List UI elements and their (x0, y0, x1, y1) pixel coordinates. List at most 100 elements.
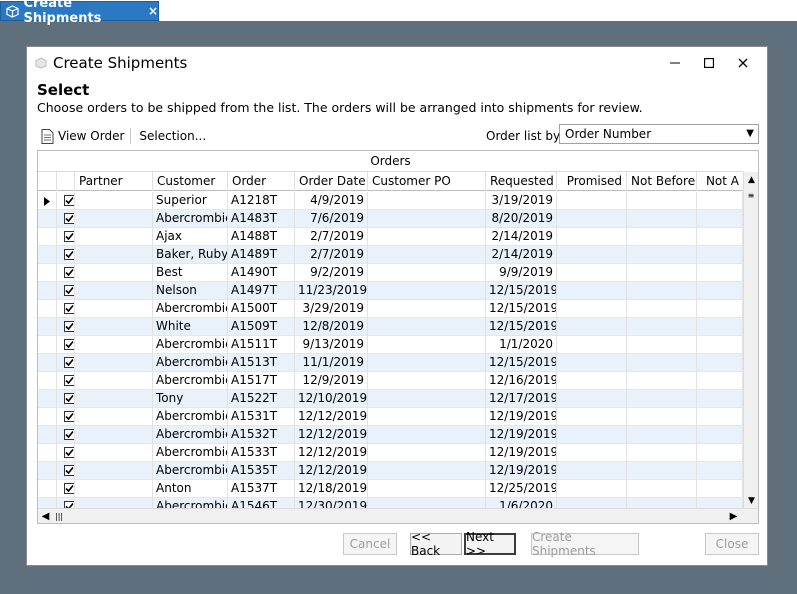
cell-requested[interactable]: 2/14/2019 (486, 228, 557, 246)
cell-order-date[interactable]: 2/7/2019 (295, 228, 368, 246)
row-select-checkbox[interactable] (64, 483, 74, 494)
vertical-scrollbar[interactable]: ▲ ≡ ▼ (743, 172, 758, 508)
row-select-checkbox[interactable] (64, 339, 74, 350)
cell-order-date[interactable]: 12/12/2019 (295, 408, 368, 426)
tab-close-icon[interactable]: × (148, 4, 158, 18)
cell-customer-po[interactable] (368, 444, 486, 462)
view-order-button[interactable]: View Order (41, 128, 124, 144)
row-select-checkbox[interactable] (64, 285, 74, 296)
cell-customer-po[interactable] (368, 210, 486, 228)
table-row[interactable]: Abercrombie A1533T 12/12/2019 12/19/2019 (38, 444, 743, 462)
cell-not-before[interactable] (627, 372, 697, 390)
row-select-checkbox[interactable] (64, 447, 74, 458)
table-row[interactable]: Tony A1522T 12/10/2019 12/17/2019 (38, 390, 743, 408)
cell-requested[interactable]: 12/16/2019 (486, 372, 557, 390)
cell-not-after[interactable] (697, 264, 743, 282)
cell-order-date[interactable]: 3/29/2019 (295, 300, 368, 318)
cell-customer-po[interactable] (368, 480, 486, 498)
cell-promised[interactable] (557, 354, 627, 372)
cell-partner[interactable] (75, 300, 153, 318)
cell-not-after[interactable] (697, 336, 743, 354)
cell-promised[interactable] (557, 408, 627, 426)
row-checkbox[interactable] (57, 192, 75, 210)
cell-order[interactable]: A1546T (228, 498, 295, 508)
cell-promised[interactable] (557, 336, 627, 354)
cell-requested[interactable]: 12/19/2019 (486, 426, 557, 444)
cell-order[interactable]: A1532T (228, 426, 295, 444)
cell-partner[interactable] (75, 426, 153, 444)
vertical-scroll-thumb[interactable]: ≡ (746, 191, 756, 201)
cell-customer[interactable]: Anton (153, 480, 228, 498)
cell-customer[interactable]: Best (153, 264, 228, 282)
column-header-not-before[interactable]: Not Before (627, 172, 697, 191)
cell-not-after[interactable] (697, 300, 743, 318)
cell-not-before[interactable] (627, 426, 697, 444)
cell-requested[interactable]: 12/15/2019 (486, 318, 557, 336)
cell-not-before[interactable] (627, 300, 697, 318)
cell-order[interactable]: A1497T (228, 282, 295, 300)
cell-order-date[interactable]: 9/2/2019 (295, 264, 368, 282)
row-select-checkbox[interactable] (64, 321, 74, 332)
cell-not-before[interactable] (627, 318, 697, 336)
row-checkbox[interactable] (57, 228, 75, 246)
cell-order-date[interactable]: 11/1/2019 (295, 354, 368, 372)
row-select-checkbox[interactable] (64, 501, 74, 508)
cell-partner[interactable] (75, 372, 153, 390)
cell-not-after[interactable] (697, 426, 743, 444)
row-checkbox[interactable] (57, 390, 75, 408)
cell-customer-po[interactable] (368, 354, 486, 372)
cell-requested[interactable]: 9/9/2019 (486, 264, 557, 282)
cell-not-after[interactable] (697, 390, 743, 408)
horizontal-scroll-thumb[interactable]: ||| (55, 512, 67, 521)
cell-customer[interactable]: Abercrombie (153, 354, 228, 372)
cell-order[interactable]: A1509T (228, 318, 295, 336)
row-checkbox[interactable] (57, 246, 75, 264)
row-checkbox[interactable] (57, 462, 75, 480)
cell-not-after[interactable] (697, 372, 743, 390)
table-row[interactable]: Abercrombie A1531T 12/12/2019 12/19/2019 (38, 408, 743, 426)
cell-not-before[interactable] (627, 210, 697, 228)
cell-not-after[interactable] (697, 444, 743, 462)
cell-order-date[interactable]: 7/6/2019 (295, 210, 368, 228)
cell-partner[interactable] (75, 192, 153, 210)
cell-requested[interactable]: 2/14/2019 (486, 246, 557, 264)
cell-requested[interactable]: 3/19/2019 (486, 192, 557, 210)
cell-not-before[interactable] (627, 462, 697, 480)
cell-customer[interactable]: Abercrombie (153, 300, 228, 318)
close-window-button[interactable] (725, 51, 761, 75)
table-row[interactable]: Best A1490T 9/2/2019 9/9/2019 (38, 264, 743, 282)
row-checkbox[interactable] (57, 210, 75, 228)
cell-not-after[interactable] (697, 408, 743, 426)
cell-order-date[interactable]: 9/13/2019 (295, 336, 368, 354)
cell-promised[interactable] (557, 282, 627, 300)
cell-not-after[interactable] (697, 318, 743, 336)
column-header-partner[interactable]: Partner (75, 172, 153, 191)
table-row[interactable]: Abercrombie A1483T 7/6/2019 8/20/2019 (38, 210, 743, 228)
column-header-not-after[interactable]: Not A (697, 172, 743, 191)
cell-not-after[interactable] (697, 498, 743, 508)
cell-not-before[interactable] (627, 390, 697, 408)
cell-not-after[interactable] (697, 246, 743, 264)
cell-order[interactable]: A1218T (228, 192, 295, 210)
cell-customer[interactable]: Baker, Ruby (153, 246, 228, 264)
cell-order-date[interactable]: 12/12/2019 (295, 462, 368, 480)
table-row[interactable]: Nelson A1497T 11/23/2019 12/15/2019 (38, 282, 743, 300)
cell-order[interactable]: A1489T (228, 246, 295, 264)
cell-promised[interactable] (557, 192, 627, 210)
cell-requested[interactable]: 12/25/2019 (486, 480, 557, 498)
cell-order[interactable]: A1517T (228, 372, 295, 390)
row-checkbox[interactable] (57, 354, 75, 372)
cell-promised[interactable] (557, 426, 627, 444)
cell-customer-po[interactable] (368, 390, 486, 408)
cell-order-date[interactable]: 12/10/2019 (295, 390, 368, 408)
table-row[interactable]: Anton A1537T 12/18/2019 12/25/2019 (38, 480, 743, 498)
cell-order[interactable]: A1490T (228, 264, 295, 282)
cell-customer-po[interactable] (368, 300, 486, 318)
row-select-checkbox[interactable] (64, 303, 74, 314)
row-select-checkbox[interactable] (64, 249, 74, 260)
cell-order-date[interactable]: 12/30/2019 (295, 498, 368, 508)
cell-partner[interactable] (75, 408, 153, 426)
row-checkbox[interactable] (57, 498, 75, 508)
cell-requested[interactable]: 12/15/2019 (486, 354, 557, 372)
cell-customer-po[interactable] (368, 498, 486, 508)
